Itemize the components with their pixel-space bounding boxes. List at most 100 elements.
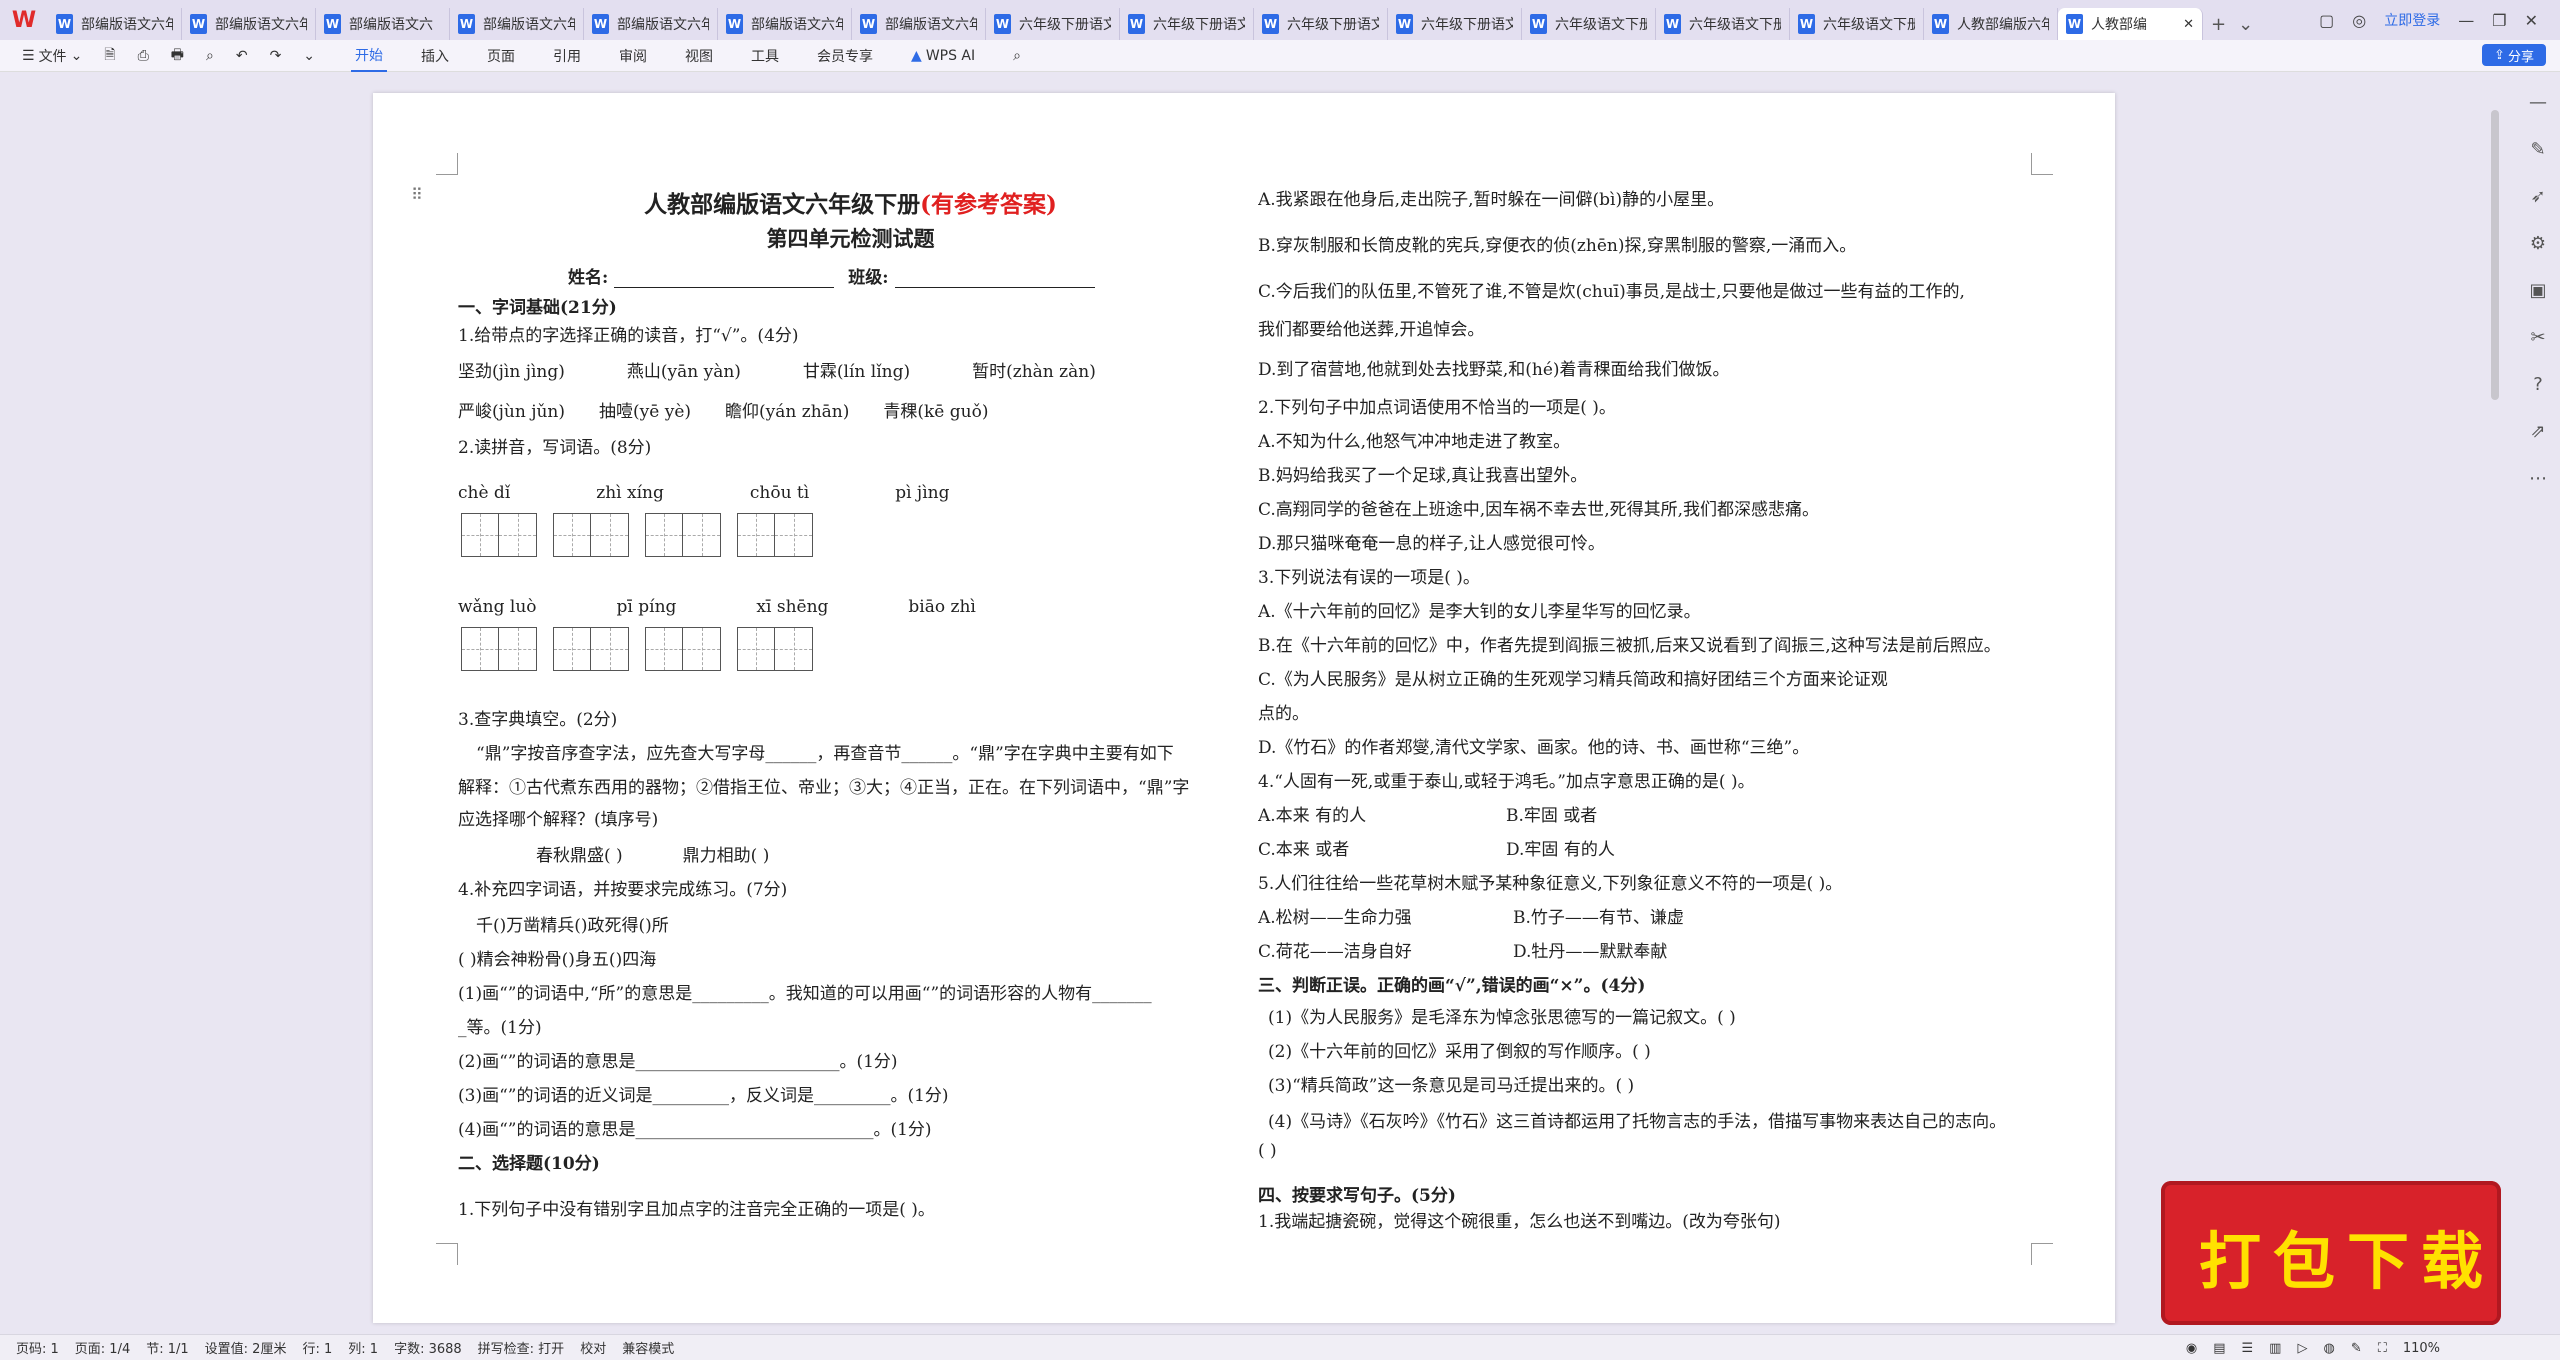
chevron-down-icon[interactable]: ⌄ (2238, 14, 2253, 35)
writing-grid[interactable] (737, 627, 813, 671)
document-tab[interactable]: W 部编版语文六年级 (182, 8, 316, 40)
status-words[interactable]: 字数: 3688 (394, 1338, 462, 1357)
minus-icon[interactable]: — (2529, 92, 2547, 113)
status-page[interactable]: 页面: 1/4 (75, 1338, 130, 1357)
q3-option: D.《竹石》的作者郑燮,清代文学家、画家。他的诗、书、画世称“三绝”。 (1258, 738, 1810, 758)
document-tab[interactable]: W 六年级语文下册 (1790, 8, 1924, 40)
print-icon[interactable]: 🖶 (171, 44, 184, 68)
tab-label: 部编版语文六年级 (215, 17, 307, 33)
document-tab[interactable]: W 部编版语文六年级 (450, 8, 584, 40)
document-tab[interactable]: W 六年级语文下册 (1656, 8, 1790, 40)
search-icon[interactable]: ⌕ (1009, 40, 1025, 72)
ribbon-tab[interactable]: 引用 (549, 40, 585, 72)
judge-item: (1)《为人民服务》是毛泽东为悼念张思德写的一篇记叙文。( ) (1268, 1008, 1736, 1028)
login-button[interactable]: 立即登录 (2384, 10, 2440, 30)
settings-icon[interactable]: ⚙ (2530, 233, 2546, 254)
ribbon-tab[interactable]: 插入 (417, 40, 453, 72)
share-button[interactable]: ⇪ 分享 (2482, 44, 2546, 66)
status-spell[interactable]: 拼写检查: 打开 (478, 1338, 565, 1357)
download-banner[interactable]: 打包下载 (2161, 1181, 2501, 1325)
pointer-icon[interactable]: ➶ (2530, 186, 2545, 207)
margin-corner (436, 153, 458, 175)
pinyin-choice: 暂时(zhàn zàn) (972, 362, 1096, 382)
pinyin-choice: 瞻仰(yán zhān) (725, 402, 850, 422)
document-tab[interactable]: W 六年级下册语文 (986, 8, 1120, 40)
web-view-icon[interactable]: ▥ (2269, 1341, 2281, 1356)
new-tab-button[interactable]: + (2211, 14, 2226, 35)
play-icon[interactable]: ▷ (2297, 1341, 2307, 1356)
save-icon[interactable]: 🗎 (104, 44, 115, 68)
status-right-controls: ◉ ▤ ☰ ▥ ▷ ◍ ✎ ⛶ 110% (2186, 1335, 2560, 1360)
ribbon-tab[interactable]: 开始 (351, 40, 388, 72)
tab-label: 部编版语文六年级 (483, 17, 575, 33)
writing-grid[interactable] (461, 627, 537, 671)
layout-icon[interactable]: ▢ (2319, 11, 2334, 30)
zoom-level[interactable]: 110% (2403, 1341, 2440, 1356)
file-menu[interactable]: 文件 (39, 46, 67, 66)
drag-handle-icon[interactable]: ⠿ (411, 185, 423, 204)
title-text: 人教部编版语文六年级下册 (644, 191, 921, 218)
image-icon[interactable]: ▣ (2529, 280, 2546, 301)
page-view-icon[interactable]: ▤ (2213, 1341, 2225, 1356)
document-tab[interactable]: W 部编版语文六年级 (584, 8, 718, 40)
q2-option: B.妈妈给我买了一个足球,真让我喜出望外。 (1258, 466, 1588, 486)
writing-grid[interactable] (553, 627, 629, 671)
minimize-icon[interactable]: — (2458, 11, 2474, 30)
vertical-scrollbar[interactable] (2491, 110, 2499, 400)
writing-grid[interactable] (645, 627, 721, 671)
document-tab[interactable]: W 部编版语文六年级 (852, 8, 986, 40)
ribbon-tab[interactable]: 视图 (681, 40, 717, 72)
ribbon-tab[interactable]: 工具 (747, 40, 783, 72)
document-icon: W (994, 14, 1011, 34)
skin-icon[interactable]: ◎ (2352, 11, 2366, 30)
writing-grid[interactable] (645, 513, 721, 557)
writing-grid[interactable] (461, 513, 537, 557)
document-tab[interactable]: W 部编版语文六 (316, 8, 450, 40)
more-icon[interactable]: ⌄ (303, 48, 315, 64)
download-banner-text: 打包下载 (2199, 1225, 2496, 1298)
document-tab[interactable]: W 六年级下册语文 (1120, 8, 1254, 40)
document-tab[interactable]: W 部编版语文六年级 (718, 8, 852, 40)
document-tab[interactable]: W 人教部编版六年 (1924, 8, 2058, 40)
document-tab[interactable]: W 六年级语文下册 (1522, 8, 1656, 40)
section-2-heading: 二、选择题(10分) (458, 1154, 600, 1174)
active-document-tab[interactable]: W 人教部编 ✕ (2058, 8, 2203, 40)
status-proof[interactable]: 校对 (580, 1338, 606, 1357)
pen-icon[interactable]: ✎ (2530, 139, 2545, 160)
globe-icon[interactable]: ◍ (2323, 1341, 2334, 1356)
share-side-icon[interactable]: ⇗ (2530, 421, 2545, 442)
tools-icon[interactable]: ✂ (2530, 327, 2545, 348)
ribbon-tab[interactable]: 会员专享 (813, 40, 877, 72)
close-icon[interactable]: ✕ (2525, 11, 2538, 30)
restore-icon[interactable]: ❐ (2492, 11, 2506, 30)
pinyin-prompt: pī píng (616, 597, 677, 617)
help-icon[interactable]: ? (2533, 374, 2543, 395)
eye-icon[interactable]: ◉ (2186, 1341, 2197, 1356)
document-page[interactable]: ⠿ 人教部编版语文六年级下册(有参考答案) 第四单元检测试题 姓名: 班级: 一、… (373, 93, 2115, 1323)
wps-ai-button[interactable]: ▲ WPS AI (907, 40, 979, 72)
document-tab[interactable]: W 六年级下册语文 (1388, 8, 1522, 40)
document-tab[interactable]: W 部编版语文六年级 (48, 8, 182, 40)
redo-icon[interactable]: ↷ (270, 48, 282, 64)
undo-icon[interactable]: ↶ (236, 48, 248, 64)
wps-logo-icon[interactable]: W (0, 0, 48, 40)
writing-grid[interactable] (737, 513, 813, 557)
export-icon[interactable]: ⎙ (138, 48, 149, 64)
tab-close-icon[interactable]: ✕ (2183, 17, 2194, 32)
fit-icon[interactable]: ⛶ (2378, 1341, 2387, 1356)
share-label: 分享 (2507, 49, 2534, 65)
ribbon-tab[interactable]: 审阅 (615, 40, 651, 72)
q2-option: D.那只猫咪奄奄一息的样子,让人感觉很可怜。 (1258, 534, 1605, 554)
outline-icon[interactable]: ☰ (2242, 1341, 2254, 1356)
pen-mode-icon[interactable]: ✎ (2351, 1341, 2362, 1356)
judge-item: ( ) (1258, 1141, 1277, 1161)
ribbon-tab[interactable]: 页面 (483, 40, 519, 72)
preview-icon[interactable]: ⌕ (206, 48, 214, 64)
document-icon: W (1128, 14, 1145, 34)
tab-bar: W W 部编版语文六年级 W 部编版语文六年级 W 部编版语文六 W 部编版语文六年级 W 部编版… (0, 0, 2560, 40)
more-options-icon[interactable]: ⋯ (2529, 468, 2547, 489)
ribbon: ☰ 文件 ⌄ 🗎 ⎙ 🖶 ⌕ ↶ ↷ ⌄ 开始 插入 页面 引用 审阅 视图 工具 会员专享 … (0, 40, 2560, 72)
menu-icon[interactable]: ☰ 文件 ⌄ (22, 46, 82, 66)
document-tab[interactable]: W 六年级下册语文 (1254, 8, 1388, 40)
writing-grid[interactable] (553, 513, 629, 557)
